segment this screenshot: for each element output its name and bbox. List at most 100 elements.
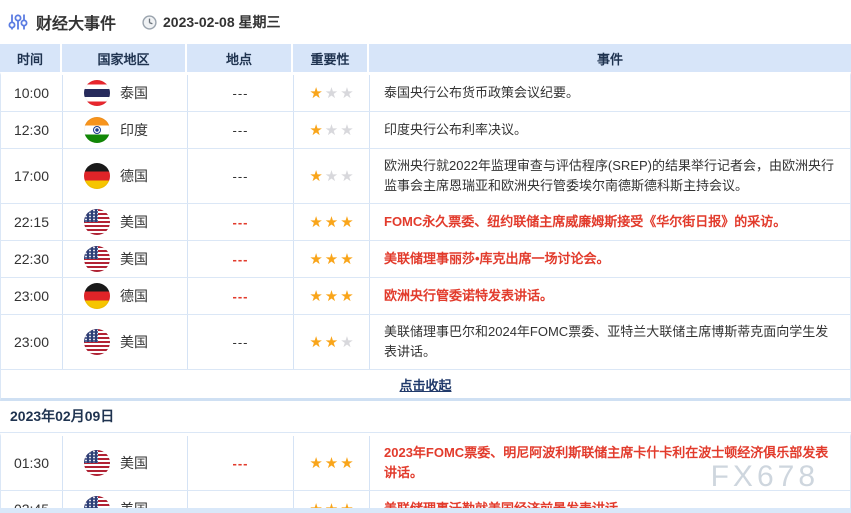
country-name: 美国 [120,212,148,232]
sliders-icon [8,12,28,32]
title-bar: 财经大事件 2023-02-08 星期三 [0,0,851,44]
importance-stars: ★★★ [294,204,370,240]
country-cell: 印度 [63,112,188,148]
event-location: --- [188,149,294,203]
star-icon: ★ [309,456,322,471]
star-icon: ★ [340,456,353,471]
event-location: --- [188,204,294,240]
country-cell: 美国 [63,315,188,369]
event-description: 2023年FOMC票委、明尼阿波利斯联储主席卡什卡利在波士顿经济俱乐部发表讲话。 [370,436,850,490]
india-flag-icon [84,117,110,143]
country-name: 德国 [120,166,148,186]
country-cell: 泰国 [63,75,188,111]
importance-stars: ★★★ [294,241,370,277]
event-description: 美联储理事巴尔和2024年FOMC票委、亚特兰大联储主席博斯蒂克面向学生发表讲话… [370,315,850,369]
star-icon: ★ [325,215,338,230]
country-cell: 美国 [63,204,188,240]
date-section-header: 2023年02月09日 [0,401,851,433]
event-time: 10:00 [1,75,63,111]
event-time: 23:00 [1,278,63,314]
star-icon: ★ [325,123,338,138]
event-time: 23:00 [1,315,63,369]
event-description: 美联储理事丽莎•库克出席一场讨论会。 [370,241,850,277]
collapse-row: 点击收起 [0,370,851,401]
star-icon: ★ [340,169,353,184]
economic-calendar-page: 财经大事件 2023-02-08 星期三 时间 国家地区 地点 重要性 事件 1… [0,0,851,513]
star-icon: ★ [309,335,322,350]
star-icon: ★ [340,86,353,101]
event-description: 印度央行公布利率决议。 [370,112,850,148]
country-name: 泰国 [120,83,148,103]
star-icon: ★ [309,86,322,101]
usa-flag-icon [84,329,110,355]
event-location: --- [188,75,294,111]
table-row: 12:30印度---★★★印度央行公布利率决议。 [1,112,850,149]
event-time: 12:30 [1,112,63,148]
column-header-importance: 重要性 [293,44,369,72]
importance-stars: ★★★ [294,112,370,148]
star-icon: ★ [325,289,338,304]
importance-stars: ★★★ [294,278,370,314]
event-rows-day2: 01:30美国---★★★2023年FOMC票委、明尼阿波利斯联储主席卡什卡利在… [0,433,851,513]
usa-flag-icon [84,450,110,476]
importance-stars: ★★★ [294,149,370,203]
event-time: 17:00 [1,149,63,203]
event-description: 欧洲央行就2022年监理审查与评估程序(SREP)的结果举行记者会，由欧洲央行监… [370,149,850,203]
event-description: 欧洲央行管委诺特发表讲话。 [370,278,850,314]
country-name: 印度 [120,120,148,140]
importance-stars: ★★★ [294,75,370,111]
germany-flag-icon [84,163,110,189]
column-header-time: 时间 [0,44,62,72]
star-icon: ★ [340,289,353,304]
column-header-country: 国家地区 [62,44,187,72]
star-icon: ★ [340,123,353,138]
event-time: 22:30 [1,241,63,277]
star-icon: ★ [325,169,338,184]
table-row: 22:15美国---★★★FOMC永久票委、纽约联储主席威廉姆斯接受《华尔街日报… [1,204,850,241]
country-name: 美国 [120,453,148,473]
star-icon: ★ [309,252,322,267]
thailand-flag-icon [84,80,110,106]
table-row: 10:00泰国---★★★泰国央行公布货币政策会议纪要。 [1,75,850,112]
event-rows-day1: 10:00泰国---★★★泰国央行公布货币政策会议纪要。12:30印度---★★… [0,72,851,370]
event-description: 泰国央行公布货币政策会议纪要。 [370,75,850,111]
star-icon: ★ [340,215,353,230]
collapse-link[interactable]: 点击收起 [399,375,451,394]
star-icon: ★ [325,335,338,350]
event-time: 01:30 [1,436,63,490]
event-location: --- [188,241,294,277]
table-row: 23:00美国---★★★美联储理事巴尔和2024年FOMC票委、亚特兰大联储主… [1,315,850,370]
table-row: 23:00德国---★★★欧洲央行管委诺特发表讲话。 [1,278,850,315]
country-name: 美国 [120,249,148,269]
column-header-event: 事件 [369,44,851,72]
country-cell: 美国 [63,436,188,490]
clock-icon [142,15,157,30]
country-cell: 美国 [63,241,188,277]
country-name: 德国 [120,286,148,306]
table-row: 01:30美国---★★★2023年FOMC票委、明尼阿波利斯联储主席卡什卡利在… [1,436,850,491]
germany-flag-icon [84,283,110,309]
event-location: --- [188,436,294,490]
country-cell: 德国 [63,149,188,203]
star-icon: ★ [325,252,338,267]
star-icon: ★ [309,169,322,184]
star-icon: ★ [340,335,353,350]
table-row: 17:00德国---★★★欧洲央行就2022年监理审查与评估程序(SREP)的结… [1,149,850,204]
country-cell: 德国 [63,278,188,314]
current-date: 2023-02-08 星期三 [142,12,281,32]
event-location: --- [188,112,294,148]
country-name: 美国 [120,332,148,352]
star-icon: ★ [309,215,322,230]
table-header: 时间 国家地区 地点 重要性 事件 [0,44,851,72]
star-icon: ★ [325,456,338,471]
importance-stars: ★★★ [294,436,370,490]
importance-stars: ★★★ [294,315,370,369]
event-description: FOMC永久票委、纽约联储主席威廉姆斯接受《华尔街日报》的采访。 [370,204,850,240]
star-icon: ★ [309,289,322,304]
event-time: 22:15 [1,204,63,240]
event-location: --- [188,315,294,369]
star-icon: ★ [325,86,338,101]
star-icon: ★ [309,123,322,138]
usa-flag-icon [84,246,110,272]
event-location: --- [188,278,294,314]
